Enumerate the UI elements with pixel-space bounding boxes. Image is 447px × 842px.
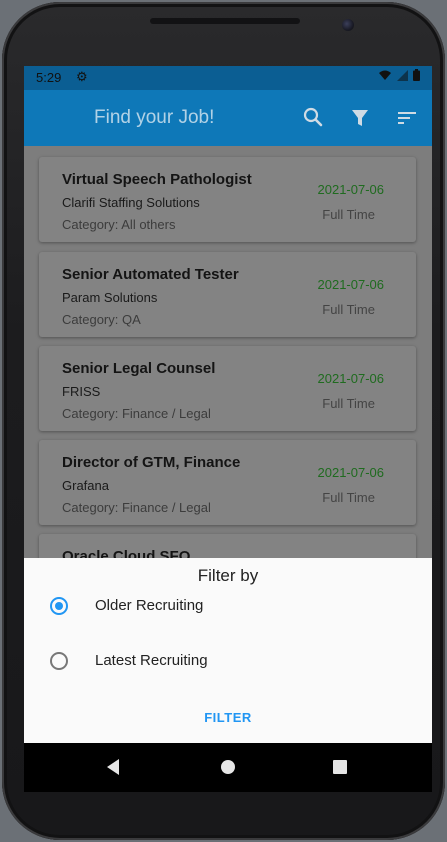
- job-category: Category: QA: [62, 312, 141, 327]
- app-title: Find your Job!: [94, 107, 215, 128]
- option-older-recruiting[interactable]: Older Recruiting: [48, 591, 408, 623]
- job-type: Full Time: [322, 396, 375, 411]
- phone-frame: 5:29 ⚙ Find your Job! Virtual Speech Pat…: [2, 2, 445, 840]
- job-card[interactable]: Senior Automated Tester Param Solutions …: [39, 252, 416, 337]
- status-time: 5:29: [36, 70, 62, 85]
- company-name: Grafana: [62, 478, 109, 493]
- filter-button[interactable]: FILTER: [178, 710, 278, 732]
- battery-icon: [413, 69, 420, 81]
- job-type: Full Time: [322, 207, 375, 222]
- job-category: Category: Finance / Legal: [62, 406, 211, 421]
- filter-heading: Filter by: [197, 566, 259, 585]
- job-title: Director of GTM, Finance: [62, 454, 241, 471]
- screen: 5:29 ⚙ Find your Job! Virtual Speech Pat…: [24, 66, 432, 792]
- radio-selected[interactable]: [50, 597, 68, 615]
- job-category: Category: Finance / Legal: [62, 500, 211, 515]
- option-latest-recruiting[interactable]: Latest Recruiting: [48, 646, 408, 678]
- option-label: Latest Recruiting: [95, 652, 208, 669]
- filter-bottom-sheet: Filter by Older Recruiting Latest Recrui…: [24, 558, 432, 743]
- job-title: Senior Automated Tester: [62, 266, 239, 283]
- posted-date: 2021-07-06: [317, 371, 385, 386]
- recents-icon[interactable]: [330, 757, 350, 782]
- search-icon[interactable]: [300, 104, 328, 132]
- android-nav-bar: [24, 743, 432, 792]
- wifi-icon: [379, 70, 392, 80]
- job-type: Full Time: [322, 302, 375, 317]
- radio-unselected[interactable]: [50, 652, 68, 670]
- job-type: Full Time: [322, 490, 375, 505]
- status-bar: 5:29 ⚙: [24, 66, 432, 90]
- signal-icon: [396, 70, 408, 81]
- job-card[interactable]: Director of GTM, Finance Grafana Categor…: [39, 440, 416, 525]
- gear-icon: ⚙: [76, 69, 88, 84]
- job-card[interactable]: Virtual Speech Pathologist Clarifi Staff…: [39, 157, 416, 242]
- posted-date: 2021-07-06: [317, 182, 385, 197]
- front-camera: [342, 19, 354, 31]
- back-icon[interactable]: [104, 757, 122, 782]
- earpiece-speaker: [150, 18, 300, 24]
- job-list: Virtual Speech Pathologist Clarifi Staff…: [24, 146, 432, 619]
- company-name: Clarifi Staffing Solutions: [62, 195, 200, 210]
- sort-icon[interactable]: [393, 104, 421, 132]
- job-card[interactable]: Senior Legal Counsel FRISS Category: Fin…: [39, 346, 416, 431]
- job-category: Category: All others: [62, 217, 176, 232]
- option-label: Older Recruiting: [95, 597, 204, 614]
- job-title: Virtual Speech Pathologist: [62, 171, 252, 188]
- app-bar: Find your Job!: [24, 90, 432, 146]
- home-icon[interactable]: [218, 757, 238, 782]
- posted-date: 2021-07-06: [317, 465, 385, 480]
- company-name: Param Solutions: [62, 290, 158, 305]
- job-title: Senior Legal Counsel: [62, 360, 216, 377]
- filter-icon[interactable]: [346, 104, 374, 132]
- company-name: FRISS: [62, 384, 101, 399]
- posted-date: 2021-07-06: [317, 277, 385, 292]
